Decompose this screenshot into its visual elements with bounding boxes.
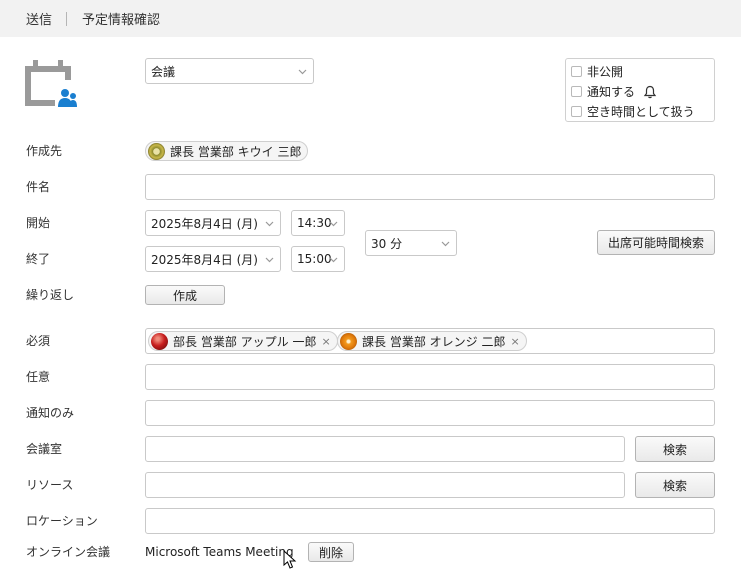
chevron-down-icon bbox=[329, 221, 338, 227]
chevron-down-icon bbox=[441, 241, 450, 247]
notify-checkbox[interactable] bbox=[571, 86, 582, 97]
required-label: 必須 bbox=[26, 334, 51, 348]
free-time-option[interactable]: 空き時間として扱う bbox=[571, 103, 695, 120]
creator-label: 作成先 bbox=[26, 144, 63, 158]
private-label: 非公開 bbox=[587, 65, 624, 79]
private-option[interactable]: 非公開 bbox=[571, 63, 623, 80]
duration-value: 30 分 bbox=[371, 236, 403, 251]
room-search-button[interactable]: 検索 bbox=[635, 436, 715, 462]
notify-label: 通知する bbox=[587, 85, 636, 99]
send-tab[interactable]: 送信 bbox=[26, 9, 52, 28]
chevron-down-icon bbox=[298, 69, 307, 75]
tab-separator bbox=[66, 11, 68, 26]
resource-search-button[interactable]: 検索 bbox=[635, 472, 715, 498]
free-time-label: 空き時間として扱う bbox=[587, 105, 695, 119]
start-time-select[interactable]: 14:30 bbox=[291, 210, 345, 236]
notify-only-label: 通知のみ bbox=[26, 406, 75, 420]
private-checkbox[interactable] bbox=[571, 66, 582, 77]
online-meeting-delete-button[interactable]: 削除 bbox=[308, 542, 354, 562]
schedule-confirm-tab[interactable]: 予定情報確認 bbox=[82, 9, 160, 28]
start-date-select[interactable]: 2025年8月4日 (月) bbox=[145, 210, 281, 236]
end-time-select[interactable]: 15:00 bbox=[291, 246, 345, 272]
chevron-down-icon bbox=[265, 221, 274, 227]
chevron-down-icon bbox=[265, 257, 274, 263]
online-meeting-value: Microsoft Teams Meeting bbox=[145, 545, 294, 559]
end-date-value: 2025年8月4日 (月) bbox=[151, 252, 258, 267]
end-label: 終了 bbox=[26, 252, 51, 266]
creator-chip[interactable]: 課長 営業部 キウイ 三郎 bbox=[145, 141, 309, 161]
location-input[interactable] bbox=[145, 508, 715, 534]
start-time-value: 14:30 bbox=[297, 216, 332, 230]
start-label: 開始 bbox=[26, 216, 51, 230]
end-date-select[interactable]: 2025年8月4日 (月) bbox=[145, 246, 281, 272]
top-bar: 送信 予定情報確認 bbox=[0, 0, 741, 37]
availability-search-button[interactable]: 出席可能時間検索 bbox=[597, 230, 715, 255]
chevron-down-icon bbox=[329, 257, 338, 263]
resource-input[interactable] bbox=[145, 472, 625, 498]
creator-name: 課長 営業部 キウイ 三郎 bbox=[170, 144, 302, 159]
optional-attendees-input[interactable] bbox=[145, 364, 715, 390]
bell-icon bbox=[643, 85, 657, 98]
repeat-create-button[interactable]: 作成 bbox=[145, 285, 225, 305]
remove-attendee-icon[interactable]: × bbox=[321, 335, 330, 348]
meeting-type-value: 会議 bbox=[151, 64, 176, 79]
kiwi-avatar bbox=[148, 142, 165, 160]
calendar-people-icon bbox=[25, 60, 77, 107]
duration-select[interactable]: 30 分 bbox=[365, 230, 457, 256]
notify-option[interactable]: 通知する bbox=[571, 83, 657, 100]
room-input[interactable] bbox=[145, 436, 625, 462]
notify-only-input[interactable] bbox=[145, 400, 715, 426]
attendee-chip[interactable]: 課長 営業部 オレンジ 二郎 × bbox=[337, 331, 527, 351]
meeting-type-select[interactable]: 会議 bbox=[145, 58, 314, 84]
free-time-checkbox[interactable] bbox=[571, 106, 582, 117]
subject-input[interactable] bbox=[145, 174, 715, 200]
mouse-cursor-icon bbox=[283, 550, 297, 569]
attendee-name: 部長 営業部 アップル 一郎 bbox=[173, 334, 317, 349]
optional-label: 任意 bbox=[26, 370, 51, 384]
repeat-label: 繰り返し bbox=[26, 288, 75, 302]
start-date-value: 2025年8月4日 (月) bbox=[151, 216, 258, 231]
subject-label: 件名 bbox=[26, 180, 51, 194]
orange-avatar bbox=[340, 332, 357, 350]
options-panel: 非公開 通知する 空き時間として扱う bbox=[565, 58, 715, 122]
location-label: ロケーション bbox=[26, 514, 98, 528]
attendee-name: 課長 営業部 オレンジ 二郎 bbox=[362, 334, 506, 349]
resource-label: リソース bbox=[26, 478, 74, 492]
remove-attendee-icon[interactable]: × bbox=[510, 335, 519, 348]
apple-avatar bbox=[151, 332, 168, 350]
room-label: 会議室 bbox=[26, 442, 63, 456]
online-meeting-label: オンライン会議 bbox=[26, 545, 111, 559]
attendee-chip[interactable]: 部長 営業部 アップル 一郎 × bbox=[148, 331, 338, 351]
end-time-value: 15:00 bbox=[297, 252, 332, 266]
